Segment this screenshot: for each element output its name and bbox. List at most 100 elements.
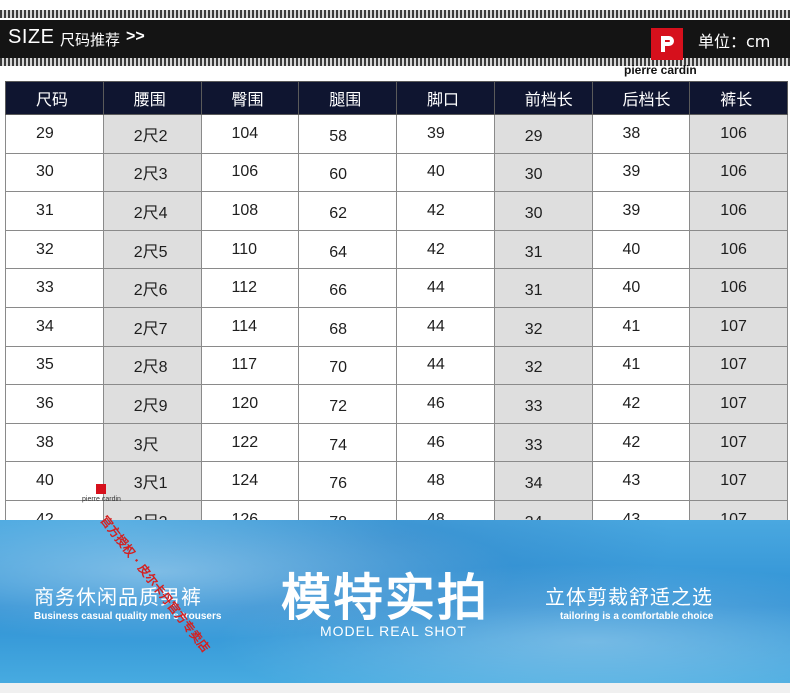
table-row: 35 2尺8 117 70 44 32 41 107	[5, 345, 788, 386]
column-header: 前档长	[493, 81, 593, 115]
table-cell: 44	[396, 306, 495, 347]
table-cell: 2尺9	[102, 384, 202, 424]
table-cell: 68	[298, 306, 397, 347]
table-cell: 107	[689, 345, 788, 386]
table-cell: 39	[591, 152, 691, 193]
table-cell: 46	[396, 422, 495, 463]
brand-name: pierre cardin	[624, 63, 697, 77]
table-cell: 2尺6	[102, 268, 202, 308]
banner-right-subtitle: tailoring is a comfortable choice	[560, 611, 714, 622]
table-cell: 64	[298, 229, 397, 270]
table-cell: 106	[200, 152, 300, 193]
table-cell: 2尺8	[102, 345, 202, 386]
table-cell: 33	[493, 384, 593, 424]
size-recommend-label: 尺码推荐	[60, 31, 121, 49]
table-cell: 3尺	[102, 422, 202, 463]
column-header: 腿围	[298, 81, 397, 115]
table-row: 33 2尺6 112 66 44 31 40 106	[5, 268, 788, 308]
table-cell: 76	[298, 461, 397, 501]
table-cell: 29	[493, 114, 593, 154]
arrows-label: >>	[126, 28, 145, 45]
table-cell: 106	[689, 229, 788, 270]
table-row: 34 2尺7 114 68 44 32 41 107	[5, 306, 788, 347]
table-cell: 122	[200, 422, 300, 463]
table-cell: 40	[396, 152, 495, 193]
table-cell: 114	[200, 306, 300, 347]
table-cell: 46	[396, 384, 495, 424]
table-cell: 107	[689, 384, 788, 424]
table-row: 31 2尺4 108 62 42 30 39 106	[5, 191, 788, 231]
table-cell: 60	[298, 152, 397, 193]
table-cell: 106	[689, 268, 788, 308]
banner-bottom-strip	[0, 683, 790, 693]
table-cell: 48	[396, 461, 495, 501]
table-cell: 42	[591, 422, 691, 463]
table-row: 36 2尺9 120 72 46 33 42 107	[5, 384, 788, 424]
table-cell: 33	[493, 422, 593, 463]
table-cell: 2尺7	[102, 306, 202, 347]
table-cell: 106	[689, 152, 788, 193]
table-cell: 66	[298, 268, 397, 308]
table-cell: 30	[5, 152, 104, 193]
table-cell: 72	[298, 384, 397, 424]
table-cell: 39	[396, 114, 495, 154]
table-cell: 34	[493, 461, 593, 501]
table-cell: 33	[5, 268, 104, 308]
table-cell: 30	[493, 191, 593, 231]
column-header: 臀围	[200, 81, 300, 115]
column-header: 后档长	[591, 81, 691, 115]
table-cell: 112	[200, 268, 300, 308]
table-cell: 44	[396, 345, 495, 386]
table-cell: 36	[5, 384, 104, 424]
table-cell: 31	[493, 229, 593, 270]
table-cell: 110	[200, 229, 300, 270]
table-cell: 106	[689, 114, 788, 154]
column-header: 脚口	[396, 81, 495, 115]
table-cell: 108	[200, 191, 300, 231]
table-cell: 2尺4	[102, 191, 202, 231]
table-cell: 2尺2	[102, 114, 202, 154]
table-cell: 35	[5, 345, 104, 386]
table-cell: 40	[5, 461, 104, 501]
table-cell: 107	[689, 461, 788, 501]
table-cell: 43	[591, 461, 691, 501]
table-cell: 30	[493, 152, 593, 193]
banner-right-title: 立体剪裁舒适之选	[545, 585, 713, 609]
table-cell: 107	[689, 422, 788, 463]
table-cell: 106	[689, 191, 788, 231]
table-cell: 34	[5, 306, 104, 347]
column-header: 尺码	[5, 81, 104, 115]
table-cell: 38	[591, 114, 691, 154]
table-cell: 41	[591, 306, 691, 347]
header-stripe-top	[0, 10, 790, 18]
table-cell: 39	[591, 191, 691, 231]
banner-center-subtitle: MODEL REAL SHOT	[320, 623, 467, 639]
column-header: 腰围	[102, 81, 202, 115]
watermark-logo-icon	[96, 484, 106, 494]
table-row: 40 3尺1 124 76 48 34 43 107	[5, 461, 788, 501]
table-cell: 44	[396, 268, 495, 308]
table-cell: 120	[200, 384, 300, 424]
table-row: 30 2尺3 106 60 40 30 39 106	[5, 152, 788, 193]
table-cell: 70	[298, 345, 397, 386]
table-cell: 58	[298, 114, 397, 154]
table-cell: 29	[5, 114, 104, 154]
column-header: 裤长	[689, 81, 788, 115]
table-cell: 124	[200, 461, 300, 501]
table-cell: 117	[200, 345, 300, 386]
size-header: SIZE 尺码推荐 >> 单位：cm pierre cardin	[0, 0, 790, 78]
table-cell: 42	[591, 384, 691, 424]
table-cell: 31	[5, 191, 104, 231]
table-cell: 42	[396, 229, 495, 270]
watermark-brand: pierre cardin	[82, 496, 121, 503]
table-cell: 38	[5, 422, 104, 463]
table-cell: 2尺3	[102, 152, 202, 193]
table-cell: 32	[493, 345, 593, 386]
table-row: 38 3尺 122 74 46 33 42 107	[5, 422, 788, 463]
table-cell: 3尺1	[102, 461, 202, 501]
size-label: SIZE	[8, 26, 55, 48]
table-header-row: 尺码 腰围 臀围 腿围 脚口 前档长 后档长 裤长	[5, 81, 788, 115]
table-cell: 40	[591, 229, 691, 270]
table-cell: 74	[298, 422, 397, 463]
table-cell: 2尺5	[102, 229, 202, 270]
